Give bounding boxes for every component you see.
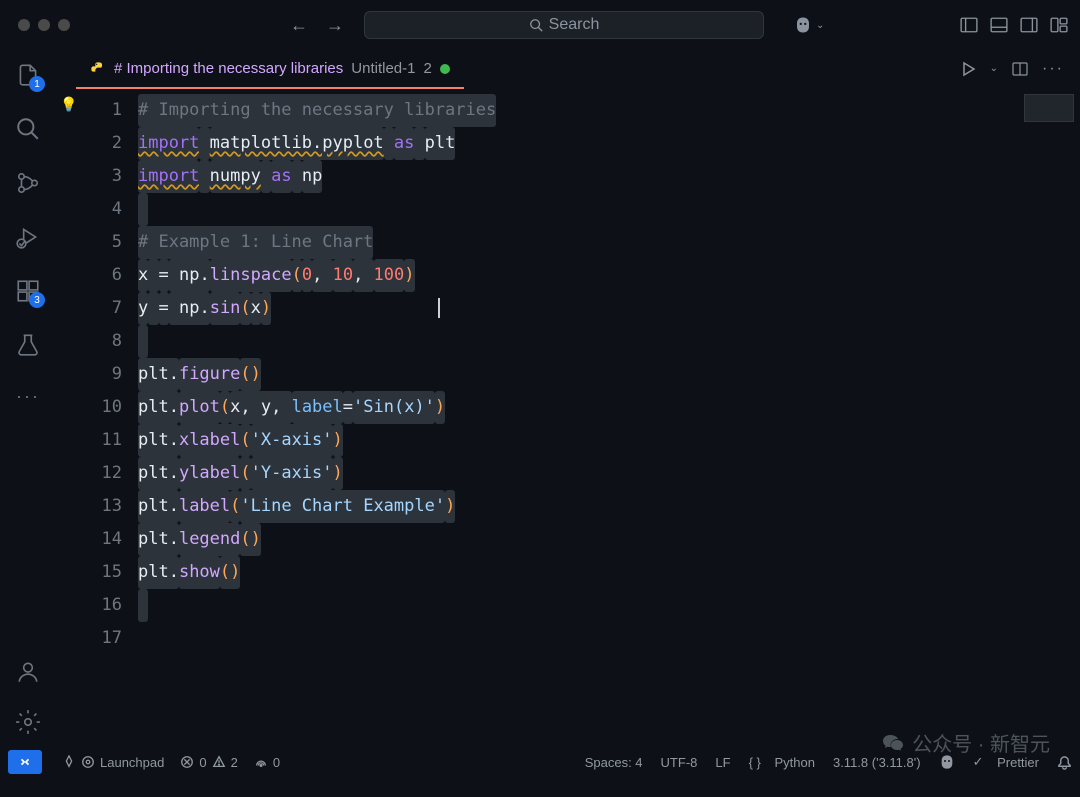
language-button[interactable]: { } Python bbox=[749, 755, 815, 770]
remote-button[interactable] bbox=[8, 750, 42, 774]
close-dot[interactable] bbox=[18, 19, 30, 31]
launchpad-button[interactable]: Launchpad bbox=[62, 755, 164, 770]
line-numbers: 1234567891011121314151617 bbox=[76, 88, 138, 747]
layout-grid-icon[interactable] bbox=[1050, 16, 1068, 34]
tab-more-icon[interactable]: ··· bbox=[1042, 60, 1064, 78]
min-dot[interactable] bbox=[38, 19, 50, 31]
tab-actions: ⌄ ··· bbox=[960, 60, 1064, 78]
testing-icon[interactable] bbox=[15, 332, 41, 358]
extensions-icon[interactable]: 3 bbox=[15, 278, 41, 304]
explorer-badge: 1 bbox=[29, 76, 45, 92]
back-arrow-icon[interactable]: ← bbox=[290, 15, 308, 36]
explorer-icon[interactable]: 1 bbox=[15, 62, 41, 88]
text-cursor-icon bbox=[438, 298, 440, 318]
source-control-icon[interactable] bbox=[15, 170, 41, 196]
titlebar: ← → Search ⌄ bbox=[0, 0, 1080, 50]
more-icon[interactable]: ··· bbox=[16, 386, 40, 407]
search-activity-icon[interactable] bbox=[15, 116, 41, 142]
problems-button[interactable]: 0 2 bbox=[180, 755, 237, 770]
tab-filename: Untitled-1 bbox=[351, 60, 415, 77]
python-file-icon bbox=[90, 61, 106, 77]
search-icon bbox=[529, 18, 543, 32]
main-area: 1 3 ··· bbox=[0, 50, 1080, 747]
unsaved-dot-icon bbox=[440, 64, 450, 74]
copilot-icon bbox=[794, 16, 812, 34]
forward-arrow-icon[interactable]: → bbox=[326, 15, 344, 36]
notifications-icon[interactable] bbox=[1057, 755, 1072, 770]
settings-gear-icon[interactable] bbox=[15, 709, 41, 735]
tab-bar: # Importing the necessary libraries Unti… bbox=[56, 50, 1080, 88]
wechat-icon bbox=[882, 731, 906, 755]
tab-title: # Importing the necessary libraries bbox=[114, 60, 343, 77]
ports-button[interactable]: 0 bbox=[254, 755, 280, 770]
watermark: 公众号 · 新智元 bbox=[882, 728, 1050, 757]
tab-number: 2 bbox=[423, 60, 431, 77]
nav-arrows: ← → bbox=[290, 15, 344, 36]
window-controls bbox=[12, 19, 70, 31]
run-icon[interactable] bbox=[960, 61, 976, 77]
editor-tab[interactable]: # Importing the necessary libraries Unti… bbox=[76, 51, 464, 89]
code-content[interactable]: # Importing the necessary librariesimpor… bbox=[138, 88, 1000, 747]
search-placeholder: Search bbox=[549, 16, 600, 34]
lightbulb-icon[interactable]: 💡 bbox=[60, 96, 77, 113]
debug-icon[interactable] bbox=[15, 224, 41, 250]
copilot-dropdown[interactable]: ⌄ bbox=[794, 16, 824, 34]
panel-bottom-icon[interactable] bbox=[990, 16, 1008, 34]
activity-bar: 1 3 ··· bbox=[0, 50, 56, 747]
eol-button[interactable]: LF bbox=[715, 755, 730, 770]
run-dropdown-icon[interactable]: ⌄ bbox=[990, 63, 998, 74]
minimap[interactable] bbox=[1000, 88, 1080, 747]
encoding-button[interactable]: UTF-8 bbox=[661, 755, 698, 770]
chevron-down-icon: ⌄ bbox=[816, 20, 824, 31]
split-editor-icon[interactable] bbox=[1012, 61, 1028, 77]
panel-left-icon[interactable] bbox=[960, 16, 978, 34]
panel-right-icon[interactable] bbox=[1020, 16, 1038, 34]
account-icon[interactable] bbox=[15, 659, 41, 685]
spaces-button[interactable]: Spaces: 4 bbox=[585, 755, 643, 770]
search-bar[interactable]: Search bbox=[364, 11, 764, 39]
max-dot[interactable] bbox=[58, 19, 70, 31]
layout-controls bbox=[960, 16, 1068, 34]
extensions-badge: 3 bbox=[29, 292, 45, 308]
editor-area: # Importing the necessary libraries Unti… bbox=[56, 50, 1080, 747]
code-editor[interactable]: 💡 1234567891011121314151617 # Importing … bbox=[56, 88, 1080, 747]
minimap-viewport bbox=[1024, 94, 1074, 122]
